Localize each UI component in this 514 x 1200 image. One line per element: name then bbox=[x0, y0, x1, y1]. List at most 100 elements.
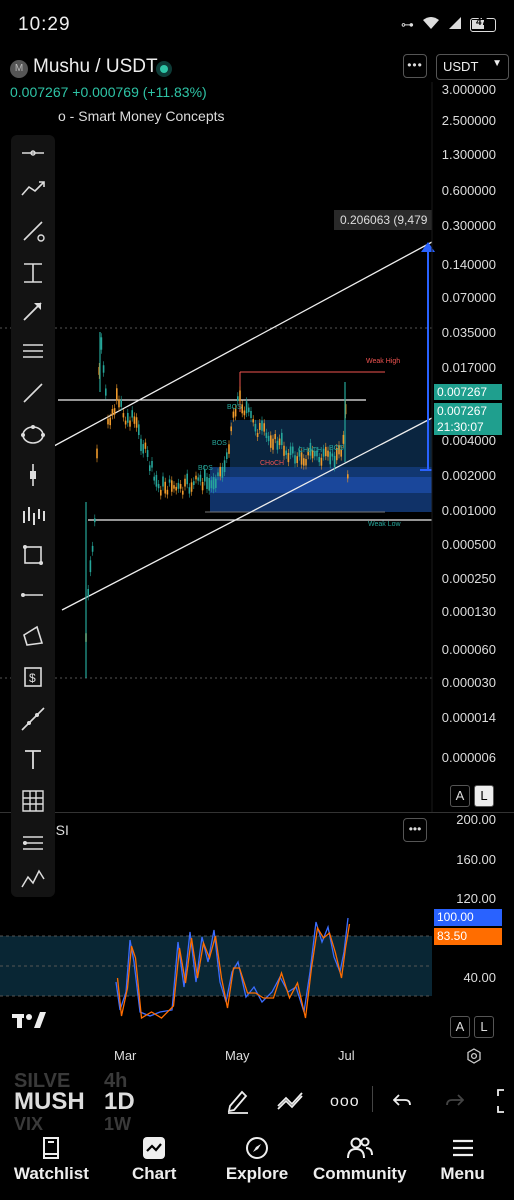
log-scale-button[interactable]: L bbox=[474, 785, 494, 807]
candle-body bbox=[342, 434, 345, 444]
fib-icon[interactable] bbox=[11, 825, 55, 861]
candle-body bbox=[283, 445, 285, 456]
nav-label: Menu bbox=[440, 1164, 485, 1183]
price-axis-label: 0.000030 bbox=[441, 675, 496, 690]
price-axis-label: 0.000006 bbox=[441, 750, 496, 765]
svg-text:$: $ bbox=[29, 671, 36, 685]
horizontal-ray-icon[interactable] bbox=[11, 577, 55, 613]
interval-option-active[interactable]: 1D bbox=[104, 1088, 135, 1116]
candle-body bbox=[193, 481, 195, 485]
vpn-key-icon: ⊶ bbox=[401, 16, 414, 32]
more-tools-icon[interactable]: ooo bbox=[330, 1093, 360, 1111]
choch-label: CHoCH bbox=[298, 447, 322, 454]
price-chart[interactable]: Weak High Weak Low BOS BOS BOS BOS CHoCH… bbox=[0, 82, 514, 812]
status-icons: ⊶ 47 bbox=[401, 16, 496, 33]
rectangle-icon[interactable] bbox=[11, 537, 55, 573]
currency-select[interactable]: USDT ▼ bbox=[436, 54, 509, 80]
candle-body bbox=[113, 408, 116, 415]
trend-line-icon[interactable] bbox=[11, 171, 55, 207]
candle-body bbox=[157, 483, 160, 489]
candles-icon[interactable] bbox=[11, 497, 55, 533]
candle-body bbox=[215, 478, 217, 488]
ellipse-icon[interactable] bbox=[11, 417, 55, 453]
auto-scale-button[interactable]: A bbox=[450, 1016, 470, 1038]
price-range-icon[interactable] bbox=[11, 457, 55, 493]
candle-body bbox=[217, 472, 219, 477]
trend-tool-icon[interactable] bbox=[276, 1090, 304, 1115]
candle-body bbox=[120, 399, 122, 407]
candle-body bbox=[325, 446, 327, 457]
undo-icon[interactable] bbox=[392, 1092, 411, 1113]
candle-body bbox=[186, 473, 188, 485]
candle-body bbox=[140, 438, 142, 452]
nav-watchlist[interactable]: Watchlist bbox=[0, 1132, 103, 1200]
watchlist-row-active[interactable]: MUSH bbox=[14, 1088, 85, 1116]
candle-body bbox=[199, 474, 202, 482]
price-axis-label: 1.300000 bbox=[441, 147, 496, 162]
nav-explore[interactable]: Explore bbox=[206, 1132, 309, 1200]
parallel-channel-icon[interactable] bbox=[11, 333, 55, 369]
redo-icon[interactable] bbox=[446, 1092, 465, 1113]
candle-body bbox=[237, 396, 239, 402]
candle-body bbox=[281, 432, 283, 446]
candle-body bbox=[212, 477, 215, 490]
vertical-line-icon[interactable] bbox=[11, 255, 55, 291]
extended-line-icon[interactable] bbox=[11, 701, 55, 737]
nav-community[interactable]: Community bbox=[308, 1132, 411, 1200]
candle-body bbox=[87, 588, 89, 597]
candle-body bbox=[206, 476, 208, 489]
arrow-icon[interactable] bbox=[11, 293, 55, 329]
candle-body bbox=[182, 490, 184, 495]
nav-label: Chart bbox=[131, 1164, 177, 1183]
candle-body bbox=[303, 458, 305, 466]
candle-body bbox=[151, 461, 153, 468]
price-axis-label: 0.002000 bbox=[441, 468, 496, 483]
pen-icon[interactable] bbox=[226, 1088, 250, 1119]
chart-settings-icon[interactable] bbox=[466, 1048, 482, 1069]
log-scale-button[interactable]: L bbox=[474, 1016, 494, 1038]
candle-body bbox=[322, 448, 325, 457]
elliott-wave-icon[interactable] bbox=[11, 861, 55, 897]
price-axis-label: 0.001000 bbox=[441, 503, 496, 518]
line-segment-icon[interactable] bbox=[11, 375, 55, 411]
candle-body bbox=[318, 457, 320, 463]
candle-body bbox=[89, 560, 92, 573]
candle-body bbox=[226, 452, 228, 460]
nav-menu[interactable]: Menu bbox=[411, 1132, 514, 1200]
candle-body bbox=[256, 432, 259, 438]
time-axis-label: Mar bbox=[114, 1048, 137, 1063]
candle-body bbox=[118, 399, 120, 408]
order-block-zone bbox=[210, 477, 432, 493]
candle-body bbox=[347, 474, 349, 479]
fullscreen-icon[interactable] bbox=[494, 1088, 512, 1119]
nav-chart[interactable]: Chart bbox=[103, 1132, 206, 1200]
symbol-name[interactable]: Mushu / USDT bbox=[33, 56, 158, 78]
market-open-indicator bbox=[156, 61, 172, 77]
candle-body bbox=[259, 423, 261, 430]
bos-label: BOS bbox=[227, 404, 242, 411]
candle-body bbox=[270, 435, 272, 448]
auto-scale-button[interactable]: A bbox=[450, 785, 470, 807]
symbol-menu-button[interactable]: ••• bbox=[403, 54, 427, 78]
rsi-axis-label: 160.00 bbox=[456, 852, 496, 867]
text-icon[interactable] bbox=[11, 741, 55, 777]
time-axis-label: Jul bbox=[338, 1048, 355, 1063]
candle-body bbox=[138, 424, 140, 436]
bos-label: BOS bbox=[329, 445, 344, 452]
candle-body bbox=[153, 476, 155, 481]
candle-body bbox=[91, 545, 94, 552]
ray-line-icon[interactable] bbox=[11, 213, 55, 249]
bos-label: BOS bbox=[198, 465, 213, 472]
grid-icon[interactable] bbox=[11, 783, 55, 819]
price-label-icon[interactable]: $ bbox=[11, 659, 55, 695]
candle-body bbox=[248, 407, 250, 413]
crosshair-line-icon[interactable] bbox=[11, 135, 55, 171]
divider bbox=[372, 1086, 373, 1112]
polygon-icon[interactable] bbox=[11, 619, 55, 655]
candle-body bbox=[232, 411, 235, 418]
candle-body bbox=[265, 432, 268, 439]
candle-body bbox=[171, 480, 173, 492]
candle-body bbox=[96, 448, 98, 459]
candle-body bbox=[162, 476, 164, 487]
chevron-down-icon: ▼ bbox=[492, 58, 502, 69]
